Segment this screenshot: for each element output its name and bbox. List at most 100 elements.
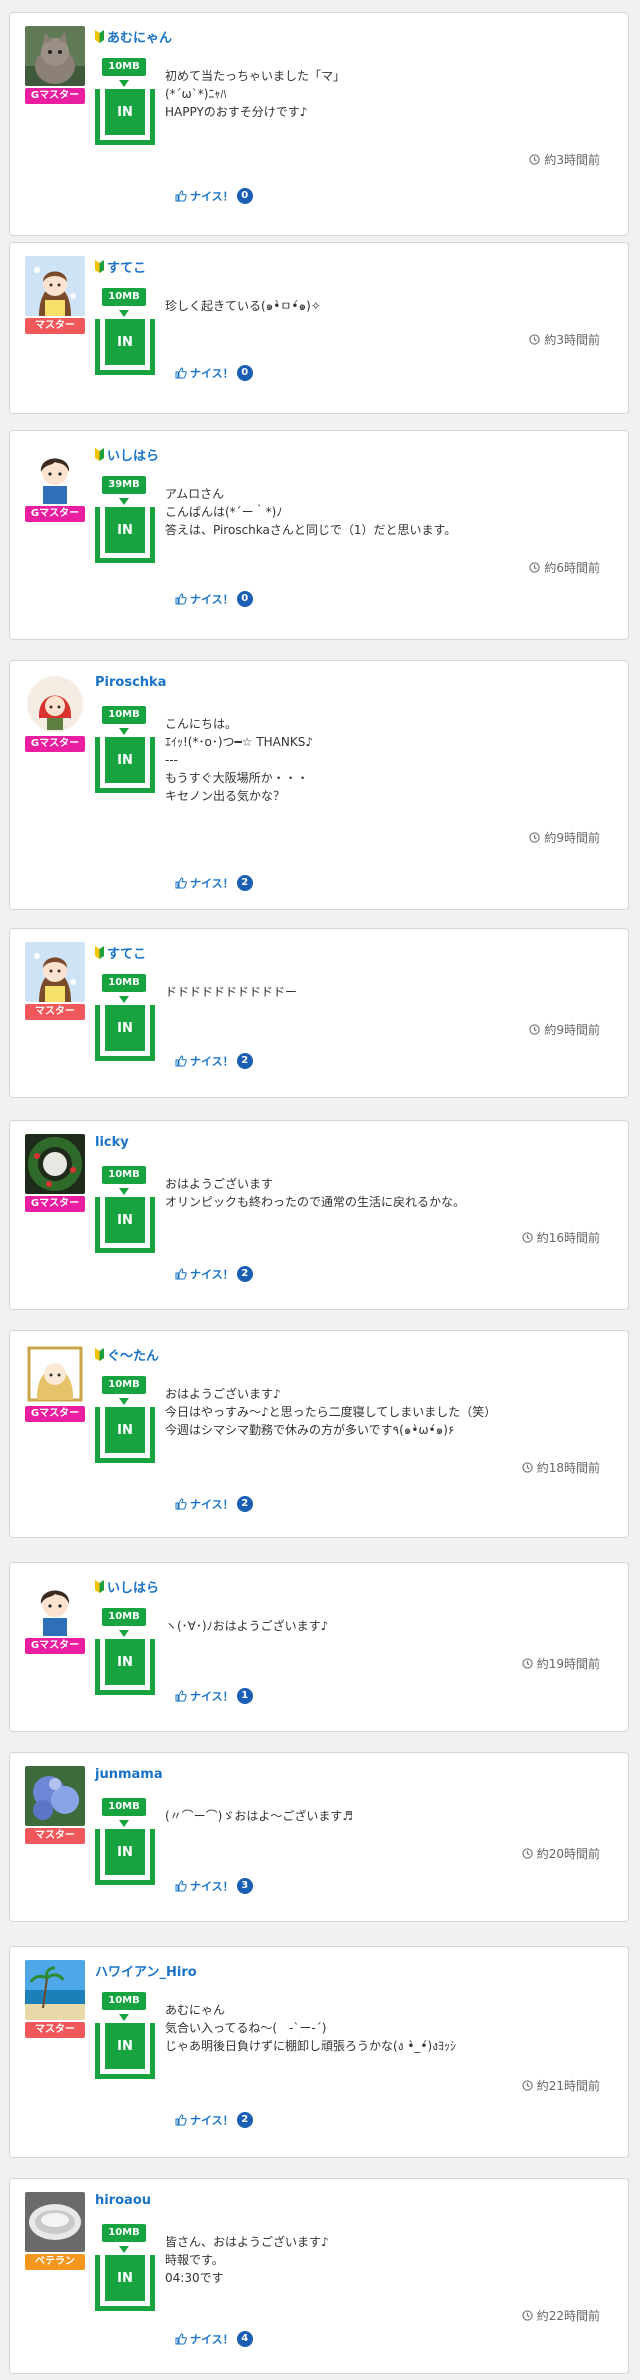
username-link[interactable]: いしはら — [107, 445, 159, 464]
down-arrow-icon — [119, 1630, 129, 1637]
nice-button[interactable]: ナイス！ 2 — [175, 1496, 253, 1512]
nice-button[interactable]: ナイス！ 2 — [175, 875, 253, 891]
time-text: 約20時間前 — [536, 1847, 600, 1861]
rank-badge: Gマスター — [25, 1638, 85, 1654]
nice-button[interactable]: ナイス！ 0 — [175, 365, 253, 381]
in-button-label: IN — [105, 89, 145, 135]
in-button[interactable]: IN — [95, 737, 155, 793]
nice-count-badge: 3 — [236, 1878, 253, 1894]
post-card: マスター ハワイアン_Hiro 10MB IN あむにゃん 気合い入ってるね～(… — [9, 1946, 629, 2158]
in-button[interactable]: IN — [95, 319, 155, 375]
download-size-badge: 10MB — [102, 974, 146, 992]
thumbs-up-icon — [175, 1498, 187, 1510]
user-avatar[interactable] — [25, 1960, 85, 2020]
in-button-label: IN — [105, 1639, 145, 1685]
user-avatar[interactable] — [25, 674, 85, 734]
user-avatar[interactable] — [25, 2192, 85, 2252]
user-line: すてこ — [95, 943, 146, 962]
rank-badge: マスター — [25, 2022, 85, 2038]
username-link[interactable]: あむにゃん — [107, 27, 172, 46]
clock-icon — [522, 2080, 533, 2091]
in-button[interactable]: IN — [95, 1407, 155, 1463]
username-link[interactable]: いしはら — [107, 1577, 159, 1596]
user-avatar[interactable] — [25, 1766, 85, 1826]
down-arrow-icon — [119, 2246, 129, 2253]
user-avatar[interactable] — [25, 1576, 85, 1636]
post-message: 珍しく起きている(๑•̀ㅁ•́๑)✧ — [165, 299, 321, 313]
nice-count-badge: 2 — [236, 1053, 253, 1069]
rank-badge: マスター — [25, 1004, 85, 1020]
username-link[interactable]: Piroschka — [95, 675, 166, 690]
rank-badge: Gマスター — [25, 1196, 85, 1212]
nice-button[interactable]: ナイス！ 0 — [175, 591, 253, 607]
post-card: マスター すてこ 10MB IN 珍しく起きている(๑•̀ㅁ•́๑)✧ 約3時間… — [9, 242, 629, 414]
user-avatar[interactable] — [25, 1344, 85, 1404]
download-size-badge: 10MB — [102, 2224, 146, 2242]
username-link[interactable]: hiroaou — [95, 2193, 151, 2208]
in-button[interactable]: IN — [95, 2023, 155, 2079]
user-line: すてこ — [95, 257, 146, 276]
nice-count-badge: 2 — [236, 2112, 253, 2128]
rank-badge: マスター — [25, 1828, 85, 1844]
rank-badge: Gマスター — [25, 88, 85, 104]
down-arrow-icon — [119, 80, 129, 87]
username-link[interactable]: ぐ～たん — [107, 1345, 159, 1364]
in-button-label: IN — [105, 2023, 145, 2069]
user-line: ぐ～たん — [95, 1345, 159, 1364]
download-size-badge: 10MB — [102, 706, 146, 724]
user-line: ハワイアン_Hiro — [95, 1961, 197, 1980]
time-text: 約16時間前 — [536, 1231, 600, 1245]
post-card: Gマスター いしはら 39MB IN アムロさん こんばんは(*´ー｀*)ﾉ 答… — [9, 430, 629, 640]
post-message: (〃⌒ー⌒)ゞおはよ～ございます♬ — [165, 1809, 354, 1823]
post-time: 約3時間前 — [529, 331, 600, 348]
in-button[interactable]: IN — [95, 1197, 155, 1253]
username-link[interactable]: すてこ — [107, 257, 146, 276]
nice-button[interactable]: ナイス！ 3 — [175, 1878, 253, 1894]
thumbs-up-icon — [175, 2114, 187, 2126]
in-button[interactable]: IN — [95, 2255, 155, 2311]
time-text: 約19時間前 — [536, 1657, 600, 1671]
post-card: マスター junmama 10MB IN (〃⌒ー⌒)ゞおはよ～ございます♬ 約… — [9, 1752, 629, 1922]
user-avatar[interactable] — [25, 942, 85, 1002]
clock-icon — [522, 2310, 533, 2321]
post-message: 初めて当たっちゃいました「マ」 (*´ω`*)ﾆｬﾊ HAPPYのおすそ分けです… — [165, 69, 346, 119]
username-link[interactable]: ハワイアン_Hiro — [95, 1961, 197, 1980]
in-button[interactable]: IN — [95, 507, 155, 563]
post-card: ベテラン hiroaou 10MB IN 皆さん、おはようございます♪ 時報です… — [9, 2178, 629, 2374]
username-link[interactable]: すてこ — [107, 943, 146, 962]
user-line: あむにゃん — [95, 27, 172, 46]
nice-count-badge: 2 — [236, 1266, 253, 1282]
nice-count-badge: 2 — [236, 875, 253, 891]
time-text: 約22時間前 — [536, 2309, 600, 2323]
in-button[interactable]: IN — [95, 1829, 155, 1885]
beginner-mark-icon — [95, 30, 104, 43]
thumbs-up-icon — [175, 1880, 187, 1892]
user-avatar[interactable] — [25, 1134, 85, 1194]
user-avatar[interactable] — [25, 26, 85, 86]
in-button[interactable]: IN — [95, 89, 155, 145]
nice-button[interactable]: ナイス！ 1 — [175, 1688, 253, 1704]
username-link[interactable]: junmama — [95, 1767, 163, 1782]
nice-button[interactable]: ナイス！ 2 — [175, 2112, 253, 2128]
post-card: Gマスター いしはら 10MB IN ヽ(･∀･)ﾉおはようございます♪ 約19… — [9, 1562, 629, 1732]
nice-button[interactable]: ナイス！ 2 — [175, 1053, 253, 1069]
thumbs-up-icon — [175, 367, 187, 379]
user-avatar[interactable] — [25, 256, 85, 316]
clock-icon — [529, 1024, 541, 1035]
in-button[interactable]: IN — [95, 1639, 155, 1695]
nice-label: ナイス！ — [190, 1268, 234, 1281]
beginner-mark-icon — [95, 260, 104, 273]
in-button[interactable]: IN — [95, 1005, 155, 1061]
user-line: licky — [95, 1135, 129, 1150]
nice-label: ナイス！ — [190, 1880, 234, 1893]
thumbs-up-icon — [175, 190, 187, 202]
in-button-label: IN — [105, 1197, 145, 1243]
nice-button[interactable]: ナイス！ 4 — [175, 2331, 253, 2347]
nice-button[interactable]: ナイス！ 2 — [175, 1266, 253, 1282]
thumbs-up-icon — [175, 593, 187, 605]
user-avatar[interactable] — [25, 444, 85, 504]
nice-count-badge: 0 — [236, 188, 253, 204]
username-link[interactable]: licky — [95, 1135, 129, 1150]
nice-button[interactable]: ナイス！ 0 — [175, 188, 253, 204]
post-card: Gマスター ぐ～たん 10MB IN おはようございます♪ 今日はやっすみ～♪と… — [9, 1330, 629, 1538]
